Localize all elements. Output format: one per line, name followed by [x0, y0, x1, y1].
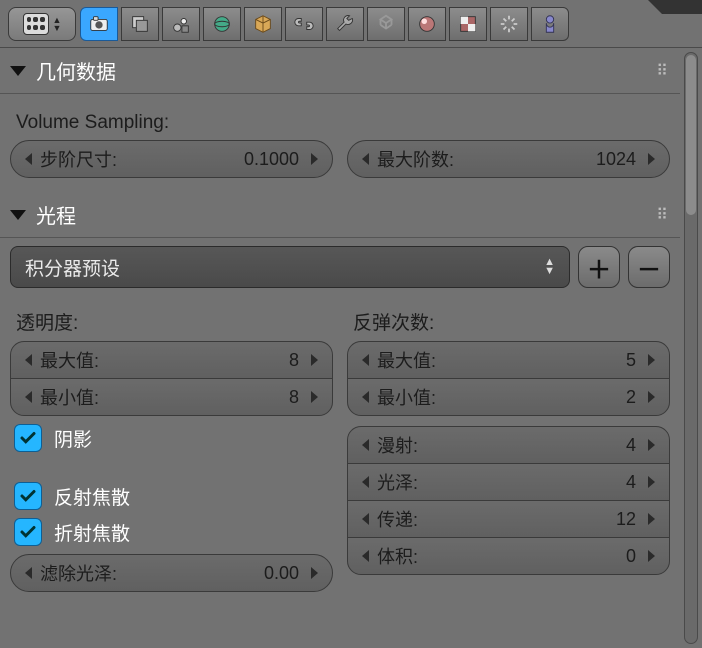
preset-add-button[interactable]: ＋: [578, 246, 620, 288]
tab-material[interactable]: [408, 7, 446, 41]
context-mode-button[interactable]: ▲▼: [8, 7, 76, 41]
tab-modifiers[interactable]: [326, 7, 364, 41]
chevron-left-icon[interactable]: [25, 391, 32, 403]
chevron-right-icon[interactable]: [648, 153, 655, 165]
chevron-left-icon[interactable]: [362, 354, 369, 366]
refractive-caustics-checkbox[interactable]: [14, 518, 42, 546]
chevron-right-icon[interactable]: [648, 391, 655, 403]
chevron-right-icon[interactable]: [648, 354, 655, 366]
shadows-checkbox[interactable]: [14, 424, 42, 452]
vertical-scrollbar[interactable]: [684, 52, 698, 644]
chevron-left-icon[interactable]: [25, 354, 32, 366]
panel-grip-icon[interactable]: ⠿: [656, 61, 670, 81]
tab-scene[interactable]: [162, 7, 200, 41]
tab-render[interactable]: [80, 7, 118, 41]
tab-texture[interactable]: [449, 7, 487, 41]
check-icon: [19, 429, 37, 447]
tab-render-layers[interactable]: [121, 7, 159, 41]
check-icon: [19, 523, 37, 541]
chevron-left-icon[interactable]: [25, 153, 32, 165]
chevron-right-icon[interactable]: [648, 476, 655, 488]
chevron-right-icon[interactable]: [648, 439, 655, 451]
diffuse-bounces-field[interactable]: 漫射: 4: [347, 426, 670, 464]
layers-icon: [129, 13, 151, 35]
cube-icon: [252, 13, 274, 35]
camera-icon: [88, 13, 110, 35]
panel-body-light-paths: 积分器预设 ▲▼ ＋ － 透明度: 最大值: 8 最小值:: [0, 238, 680, 606]
chevron-right-icon[interactable]: [311, 391, 318, 403]
material-icon: [416, 13, 438, 35]
integrator-preset-select[interactable]: 积分器预设 ▲▼: [10, 246, 570, 288]
chevron-right-icon[interactable]: [311, 153, 318, 165]
panel-title: 光程: [36, 200, 76, 229]
tab-world[interactable]: [203, 7, 241, 41]
disclosure-triangle-icon: [10, 66, 26, 76]
world-icon: [211, 13, 233, 35]
texture-icon: [457, 13, 479, 35]
chevron-left-icon[interactable]: [362, 153, 369, 165]
filter-glossy-field[interactable]: 滤除光泽: 0.00: [10, 554, 333, 592]
transparency-min-field[interactable]: 最小值: 8: [10, 378, 333, 416]
glossy-bounces-field[interactable]: 光泽: 4: [347, 463, 670, 501]
preset-label: 积分器预设: [25, 254, 120, 281]
header-tab-strip: ▲▼: [0, 0, 702, 48]
chevron-right-icon[interactable]: [648, 513, 655, 525]
particles-icon: [498, 13, 520, 35]
chevron-left-icon[interactable]: [362, 391, 369, 403]
bounces-header: 反弹次数:: [353, 308, 664, 335]
transparency-max-field[interactable]: 最大值: 8: [10, 341, 333, 379]
preset-remove-button[interactable]: －: [628, 246, 670, 288]
properties-content: 几何数据 ⠿ Volume Sampling: 步阶尺寸: 0.1000 最大阶…: [0, 48, 680, 648]
reflective-caustics-checkbox[interactable]: [14, 482, 42, 510]
bounces-max-field[interactable]: 最大值: 5: [347, 341, 670, 379]
step-size-field[interactable]: 步阶尺寸: 0.1000: [10, 140, 333, 178]
refractive-caustics-label: 折射焦散: [54, 519, 130, 546]
chevron-left-icon[interactable]: [362, 513, 369, 525]
panel-body-geometry: Volume Sampling: 步阶尺寸: 0.1000 最大阶数: 1024: [0, 94, 680, 192]
bounces-min-field[interactable]: 最小值: 2: [347, 378, 670, 416]
tab-constraints[interactable]: [285, 7, 323, 41]
chevron-right-icon[interactable]: [311, 567, 318, 579]
volume-sampling-label: Volume Sampling:: [16, 112, 664, 134]
mesh-data-icon: [375, 13, 397, 35]
wrench-icon: [334, 13, 356, 35]
max-steps-field[interactable]: 最大阶数: 1024: [347, 140, 670, 178]
tab-physics[interactable]: [531, 7, 569, 41]
scene-icon: [170, 13, 192, 35]
tab-object[interactable]: [244, 7, 282, 41]
tab-particles[interactable]: [490, 7, 528, 41]
disclosure-triangle-icon: [10, 210, 26, 220]
tab-data[interactable]: [367, 7, 405, 41]
physics-icon: [539, 13, 561, 35]
chevron-left-icon[interactable]: [362, 439, 369, 451]
chain-icon: [293, 13, 315, 35]
chevron-left-icon[interactable]: [362, 550, 369, 562]
chevron-left-icon[interactable]: [25, 567, 32, 579]
panel-header-geometry[interactable]: 几何数据 ⠿: [0, 48, 680, 94]
reflective-caustics-label: 反射焦散: [54, 483, 130, 510]
panel-header-light-paths[interactable]: 光程 ⠿: [0, 192, 680, 238]
scrollbar-thumb[interactable]: [686, 55, 696, 215]
shadows-label: 阴影: [54, 425, 92, 452]
select-arrows-icon: ▲▼: [544, 258, 555, 276]
chevron-left-icon[interactable]: [362, 476, 369, 488]
panel-title: 几何数据: [36, 56, 116, 85]
volume-bounces-field[interactable]: 体积: 0: [347, 537, 670, 575]
chevron-right-icon[interactable]: [311, 354, 318, 366]
transparency-header: 透明度:: [16, 308, 327, 335]
check-icon: [19, 487, 37, 505]
chevron-right-icon[interactable]: [648, 550, 655, 562]
transmission-bounces-field[interactable]: 传递: 12: [347, 500, 670, 538]
panel-grip-icon[interactable]: ⠿: [656, 205, 670, 225]
